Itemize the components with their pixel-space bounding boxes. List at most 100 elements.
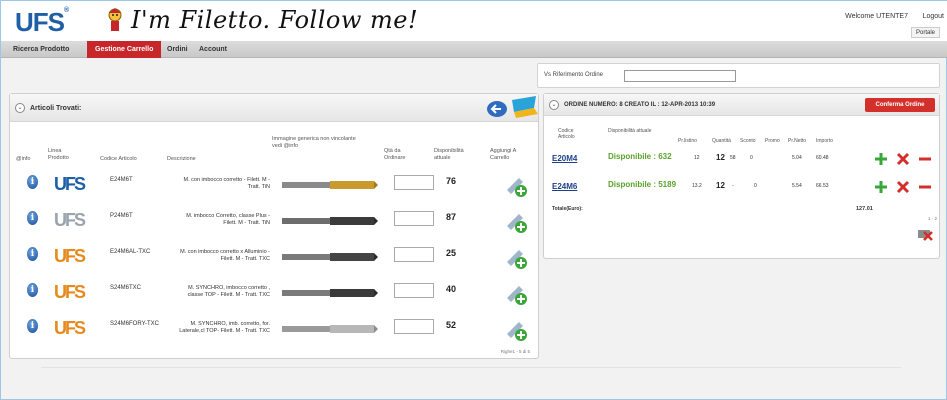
clear-cart-icon[interactable] (916, 224, 934, 242)
info-icon[interactable]: i (27, 175, 38, 189)
order-pager: 1 - 2 (927, 216, 937, 221)
quantity-input[interactable] (394, 175, 434, 190)
articles-title: Articoli Trovati: (30, 105, 82, 112)
order-importo: 66.53 (816, 183, 829, 189)
order-stock: Disponibile : 632 (608, 152, 672, 161)
article-desc: M. imbocco Corretto, classe Plus - Filet… (186, 213, 270, 226)
tab-account[interactable]: Account (191, 41, 235, 58)
order-panel: ⌄ ORDINE NUMERO: 8 CREATO IL : 12-APR-20… (543, 93, 940, 259)
total-value: 127.01 (856, 206, 873, 212)
cart-flag-icon[interactable] (510, 94, 540, 120)
article-code: S24M6TXC (110, 285, 142, 291)
divider (41, 367, 901, 368)
order-row: E20M4 Disponibile : 632 12 12 58 0 5.04 … (544, 152, 939, 180)
quantity-input[interactable] (394, 319, 434, 334)
add-to-cart-icon[interactable] (504, 282, 528, 306)
info-icon[interactable]: i (27, 319, 38, 333)
back-arrow-icon[interactable] (486, 100, 508, 118)
info-icon[interactable]: i (27, 283, 38, 297)
quantity-input[interactable] (394, 211, 434, 226)
table-row: i UFS E24M6T M. con imbocco corretto - F… (10, 172, 538, 212)
remove-x-icon[interactable] (896, 180, 910, 194)
tool-image (282, 253, 378, 261)
header-code: Codice Articolo (100, 156, 137, 162)
order-header-code: Codice Articolo (558, 128, 575, 140)
order-qty[interactable]: 12 (716, 153, 725, 162)
order-prlistino: 13.2 (692, 183, 702, 189)
add-to-cart-icon[interactable] (504, 174, 528, 198)
collapse-icon[interactable]: ⌄ (15, 103, 25, 113)
reference-bar: Vs Riferimento Ordine (537, 63, 940, 88)
header-desc: Descrizione (167, 156, 196, 162)
confirm-order-button[interactable]: Conferma Ordine (865, 98, 935, 112)
order-header-promo: Promo (765, 138, 780, 144)
portal-button[interactable]: Portale (910, 27, 940, 38)
collapse-icon[interactable]: ⌄ (549, 100, 559, 110)
order-qty[interactable]: 12 (716, 181, 725, 190)
table-row: i UFS S24M6FORY-TXC M. SYNCHRO, imb. cor… (10, 316, 538, 356)
product-line-logo: UFS (54, 174, 86, 194)
articles-panel: ⌄ Articoli Trovati: @info Linea Prodotto… (9, 93, 539, 359)
quantity-input[interactable] (394, 247, 434, 262)
order-importo: 60.48 (816, 155, 829, 161)
order-header-qty: Quantità (712, 138, 731, 144)
plus-icon[interactable] (874, 152, 888, 166)
mascot-icon (108, 8, 122, 31)
tab-ricerca-prodotto[interactable]: Ricerca Prodotto (5, 41, 77, 58)
article-code: E24M6AL-TXC (110, 249, 151, 255)
availability-value: 87 (446, 212, 457, 222)
article-code: S24M6FORY-TXC (110, 321, 160, 327)
plus-icon[interactable] (874, 180, 888, 194)
article-desc: M. SYNCHRO, imb. corretto, for. Laterale… (179, 321, 270, 334)
add-to-cart-icon[interactable] (504, 318, 528, 342)
logo-tm: ® (64, 7, 69, 14)
articles-panel-header: ⌄ Articoli Trovati: (10, 94, 538, 122)
info-icon[interactable]: i (27, 247, 38, 261)
header-add: Aggiungi A Carrello (490, 148, 516, 161)
order-title: ORDINE NUMERO: 8 CREATO IL : 12-APR-2013… (564, 102, 716, 108)
tagline: I'm Filetto. Follow me! (131, 6, 419, 34)
availability-value: 52 (446, 320, 457, 330)
main-nav: Ricerca Prodotto Gestione Carrello Ordin… (1, 41, 947, 58)
logo-text: UFS (15, 7, 65, 37)
logout-link[interactable]: Logout (923, 13, 944, 20)
order-prnetto: 5.54 (792, 183, 802, 189)
order-prlistino: 12 (694, 155, 700, 161)
article-desc: M. con imbocco corretto - Filett. M - Tr… (183, 177, 271, 190)
product-line-logo: UFS (54, 210, 86, 230)
availability-value: 76 (446, 176, 457, 186)
table-row: i UFS S24M6TXC M. SYNCHRO, imbocco corre… (10, 280, 538, 320)
order-stock: Disponibile : 5189 (608, 180, 677, 189)
tool-image (282, 217, 378, 225)
quantity-input[interactable] (394, 283, 434, 298)
article-code: E24M6T (110, 177, 133, 183)
order-panel-header: ⌄ ORDINE NUMERO: 8 CREATO IL : 12-APR-20… (544, 94, 939, 116)
order-article-code[interactable]: E24M6 (552, 182, 577, 191)
reference-input[interactable] (624, 70, 736, 82)
product-line-logo: UFS (54, 318, 86, 338)
app-frame: UFS® I'm Filetto. Follow me! Welcome UTE… (0, 0, 947, 400)
order-header-prlistino: Pr.listino (678, 138, 697, 144)
add-to-cart-icon[interactable] (504, 246, 528, 270)
order-article-code[interactable]: E20M4 (552, 154, 577, 163)
tab-gestione-carrello[interactable]: Gestione Carrello (87, 41, 162, 58)
availability-value: 40 (446, 284, 457, 294)
product-line-logo: UFS (54, 246, 86, 266)
order-promo: 0 (754, 183, 757, 189)
info-icon[interactable]: i (27, 211, 38, 225)
header: UFS® I'm Filetto. Follow me! Welcome UTE… (1, 1, 947, 41)
remove-x-icon[interactable] (896, 152, 910, 166)
product-line-logo: UFS (54, 282, 86, 302)
article-desc: M. SYNCHRO, imbocco corretto , classe TO… (187, 285, 270, 298)
minus-icon[interactable] (918, 180, 932, 194)
add-to-cart-icon[interactable] (504, 210, 528, 234)
order-header-importo: Importo (816, 138, 833, 144)
minus-icon[interactable] (918, 152, 932, 166)
order-sconto: 58 (730, 155, 736, 161)
welcome-text: Welcome UTENTE7 (845, 13, 908, 20)
ufs-logo[interactable]: UFS® (15, 7, 69, 37)
header-line: Linea Prodotto (48, 148, 69, 161)
order-prnetto: 5.04 (792, 155, 802, 161)
article-desc: M. con imbocco corretto x Alluminio - Fi… (180, 249, 270, 262)
order-promo: 0 (750, 155, 753, 161)
